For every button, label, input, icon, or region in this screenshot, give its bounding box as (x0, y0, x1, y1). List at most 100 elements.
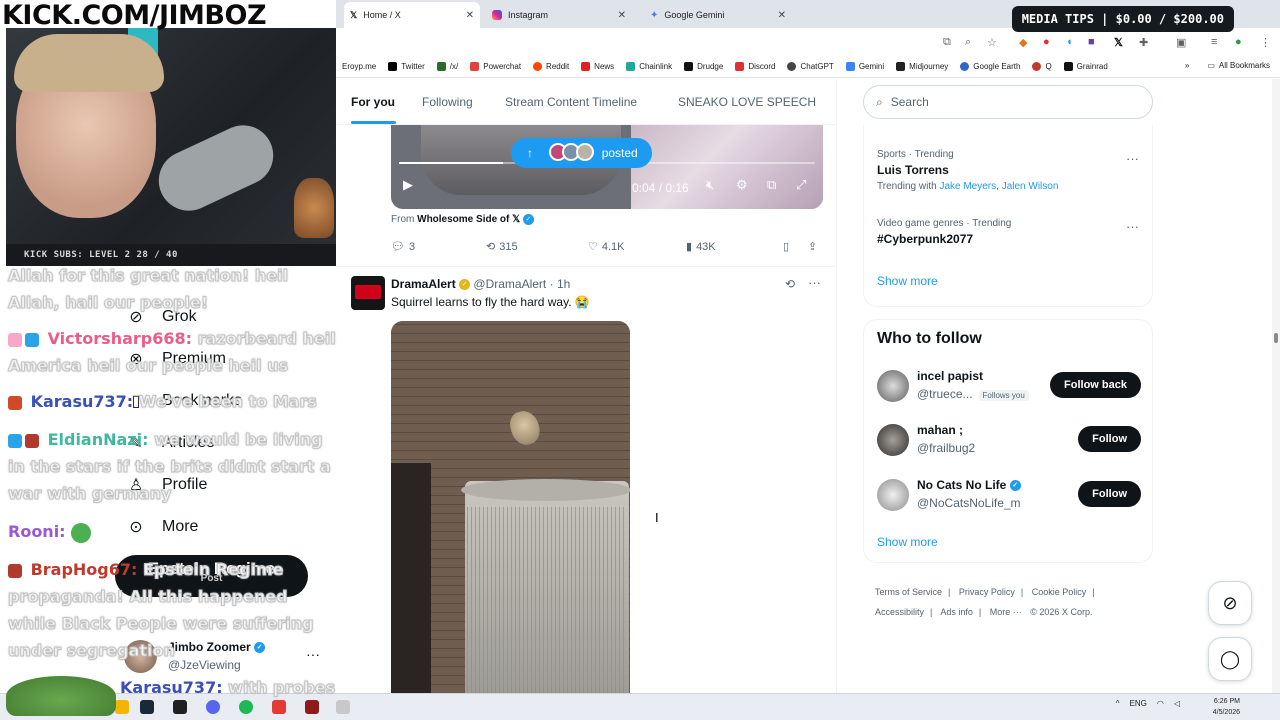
avatar[interactable] (877, 424, 909, 456)
footer-link[interactable]: Terms of Service (875, 587, 942, 597)
play-icon[interactable]: ▶ (403, 177, 413, 193)
bookmark-item[interactable]: Gemini (845, 62, 884, 71)
language-indicator[interactable]: ENG (1130, 699, 1147, 708)
footer-link[interactable]: Privacy Policy (959, 587, 1015, 597)
avatar[interactable] (877, 370, 909, 402)
extension-icon[interactable]: ■ (1088, 36, 1095, 48)
pip-icon[interactable]: ⧉ (767, 177, 776, 193)
follow-back-button[interactable]: Follow back (1050, 372, 1141, 398)
share-button[interactable]: ⇪ (808, 240, 817, 253)
more-icon[interactable]: ··· (808, 275, 821, 290)
bookmark-item[interactable]: Grainrad (1063, 62, 1108, 71)
views-button[interactable]: ▮ 43K (686, 240, 716, 254)
tab-for-you[interactable]: For you (351, 95, 395, 109)
spotify-icon[interactable] (239, 700, 253, 714)
more-icon[interactable]: ··· (1126, 219, 1139, 234)
follow-button[interactable]: Follow (1078, 426, 1141, 452)
footer-link[interactable]: Cookie Policy (1032, 587, 1087, 597)
install-icon[interactable]: ⧉ (943, 36, 951, 49)
search-input[interactable]: ⌕ Search (863, 85, 1153, 119)
bookmark-item[interactable]: Drudge (684, 62, 723, 71)
bookmark-item[interactable]: Powerchat (470, 62, 521, 71)
author-name[interactable]: DramaAlert (391, 277, 456, 291)
bookmark-item[interactable]: Eroyp.me (342, 62, 376, 71)
close-tab-icon[interactable]: ✕ (618, 10, 626, 21)
bookmark-item[interactable]: Midjourney (896, 62, 948, 71)
terminal-icon[interactable] (173, 700, 187, 714)
bookmark-item[interactable]: /x/ (436, 62, 458, 71)
bookmark-item[interactable]: Chainlink (626, 62, 672, 71)
extension-icon[interactable]: ● (1043, 36, 1050, 48)
from-source[interactable]: Wholesome Side of 𝕏 (417, 214, 520, 225)
tab-sneako-love-speech[interactable]: SNEAKO LOVE SPEECH (678, 95, 816, 109)
sidepanel-icon[interactable]: ▣ (1176, 36, 1186, 49)
tab-following[interactable]: Following (422, 95, 473, 109)
bookmark-item[interactable]: News (581, 62, 614, 71)
app-icon[interactable] (272, 700, 286, 714)
bookmark-item[interactable]: Discord (735, 62, 775, 71)
download-icon[interactable]: ≡ (1211, 36, 1217, 48)
close-tab-icon[interactable]: ✕ (466, 10, 474, 21)
steam-icon[interactable] (140, 700, 154, 714)
bookmark-item[interactable]: Google Earth (960, 62, 1020, 71)
profile-icon[interactable]: ● (1235, 36, 1242, 48)
chevron-up-icon[interactable]: ^ (1116, 699, 1120, 708)
fullscreen-icon[interactable]: ⤢ (796, 177, 806, 193)
x-extension-icon[interactable]: 𝕏 (1114, 36, 1123, 49)
bookmark-item[interactable]: Q (1032, 62, 1052, 71)
close-tab-icon[interactable]: ✕ (778, 10, 786, 21)
file-explorer-icon[interactable] (115, 700, 129, 714)
tab-stream-content-timeline[interactable]: Stream Content Timeline (505, 95, 637, 109)
scrollbar-thumb[interactable] (1274, 333, 1278, 343)
follow-suggestion[interactable]: No Cats No Life ✓ @NoCatsNoLife_m Follow (877, 475, 1141, 515)
puzzle-icon[interactable]: ✚ (1139, 36, 1148, 49)
follow-button[interactable]: Follow (1078, 481, 1141, 507)
footer-link[interactable]: More ··· (990, 607, 1022, 617)
clock[interactable]: 6:26 PM 4/5/2026 (1213, 696, 1240, 718)
avatar[interactable] (877, 479, 909, 511)
all-bookmarks[interactable]: » ▭ All Bookmarks (1185, 61, 1270, 70)
volume-icon[interactable]: ◁ (1174, 699, 1180, 708)
author-handle[interactable]: @DramaAlert (473, 277, 546, 291)
bookmark-item[interactable]: Twitter (388, 62, 425, 71)
grok-icon[interactable]: ⟲ (785, 277, 795, 291)
bookmark-star-icon[interactable]: ☆ (987, 36, 997, 49)
trend-item[interactable]: Video game genres · Trending #Cyberpunk2… (877, 218, 1011, 246)
more-icon[interactable]: ··· (1126, 151, 1139, 166)
footer-link[interactable]: Accessibility (875, 607, 924, 617)
post-video[interactable] (391, 321, 630, 693)
grok-button[interactable]: ⊘ (1208, 581, 1252, 625)
trend-item[interactable]: Sports · Trending Luis Torrens Trending … (877, 149, 1058, 192)
show-more-link[interactable]: Show more (877, 274, 938, 288)
tab-google-gemini[interactable]: ✦ Google Gemini ✕ (644, 4, 792, 26)
footer-link[interactable]: Ads info (940, 607, 973, 617)
mute-icon[interactable]: 🔇︎ (706, 177, 714, 193)
bookmark-item[interactable]: ChatGPT (787, 62, 834, 71)
follow-suggestion[interactable]: mahan ; @frailbug2 Follow (877, 420, 1141, 460)
zoom-icon[interactable]: ⌕ (965, 36, 971, 49)
bookmark-item[interactable]: Reddit (533, 62, 569, 71)
trend-link[interactable]: Jake Meyers (939, 181, 996, 192)
discord-icon[interactable] (206, 700, 220, 714)
reply-button[interactable]: 💬︎ 3 (391, 240, 415, 254)
settings-icon[interactable]: ⚙ (736, 177, 748, 193)
wifi-icon[interactable]: ◠ (1157, 699, 1164, 708)
follow-suggestion[interactable]: incel papist @truece... Follows you Follo… (877, 366, 1141, 406)
new-posts-pill[interactable]: ↑ posted (511, 138, 652, 168)
scrollbar[interactable] (1272, 79, 1280, 693)
tab-home-x[interactable]: 𝕏 Home / X ✕ (344, 2, 480, 28)
from-line[interactable]: From Wholesome Side of 𝕏 ✓ (391, 214, 534, 225)
messages-button[interactable]: ◯ (1208, 637, 1252, 681)
like-button[interactable]: ♡ 4.1K (588, 240, 625, 254)
tab-instagram[interactable]: Instagram ✕ (486, 4, 632, 26)
trend-link[interactable]: Jalen Wilson (1002, 181, 1059, 192)
extension-icon[interactable]: ◖ (1066, 36, 1073, 48)
avatar[interactable] (351, 276, 385, 310)
app-icon[interactable] (336, 700, 350, 714)
post-time[interactable]: 1h (557, 277, 570, 291)
bookmark-button[interactable]: ▯ (783, 240, 789, 253)
menu-icon[interactable]: ⋮ (1260, 36, 1271, 49)
app-icon[interactable] (305, 700, 319, 714)
show-more-link[interactable]: Show more (877, 535, 938, 549)
metamask-icon[interactable]: ◆ (1019, 36, 1027, 49)
